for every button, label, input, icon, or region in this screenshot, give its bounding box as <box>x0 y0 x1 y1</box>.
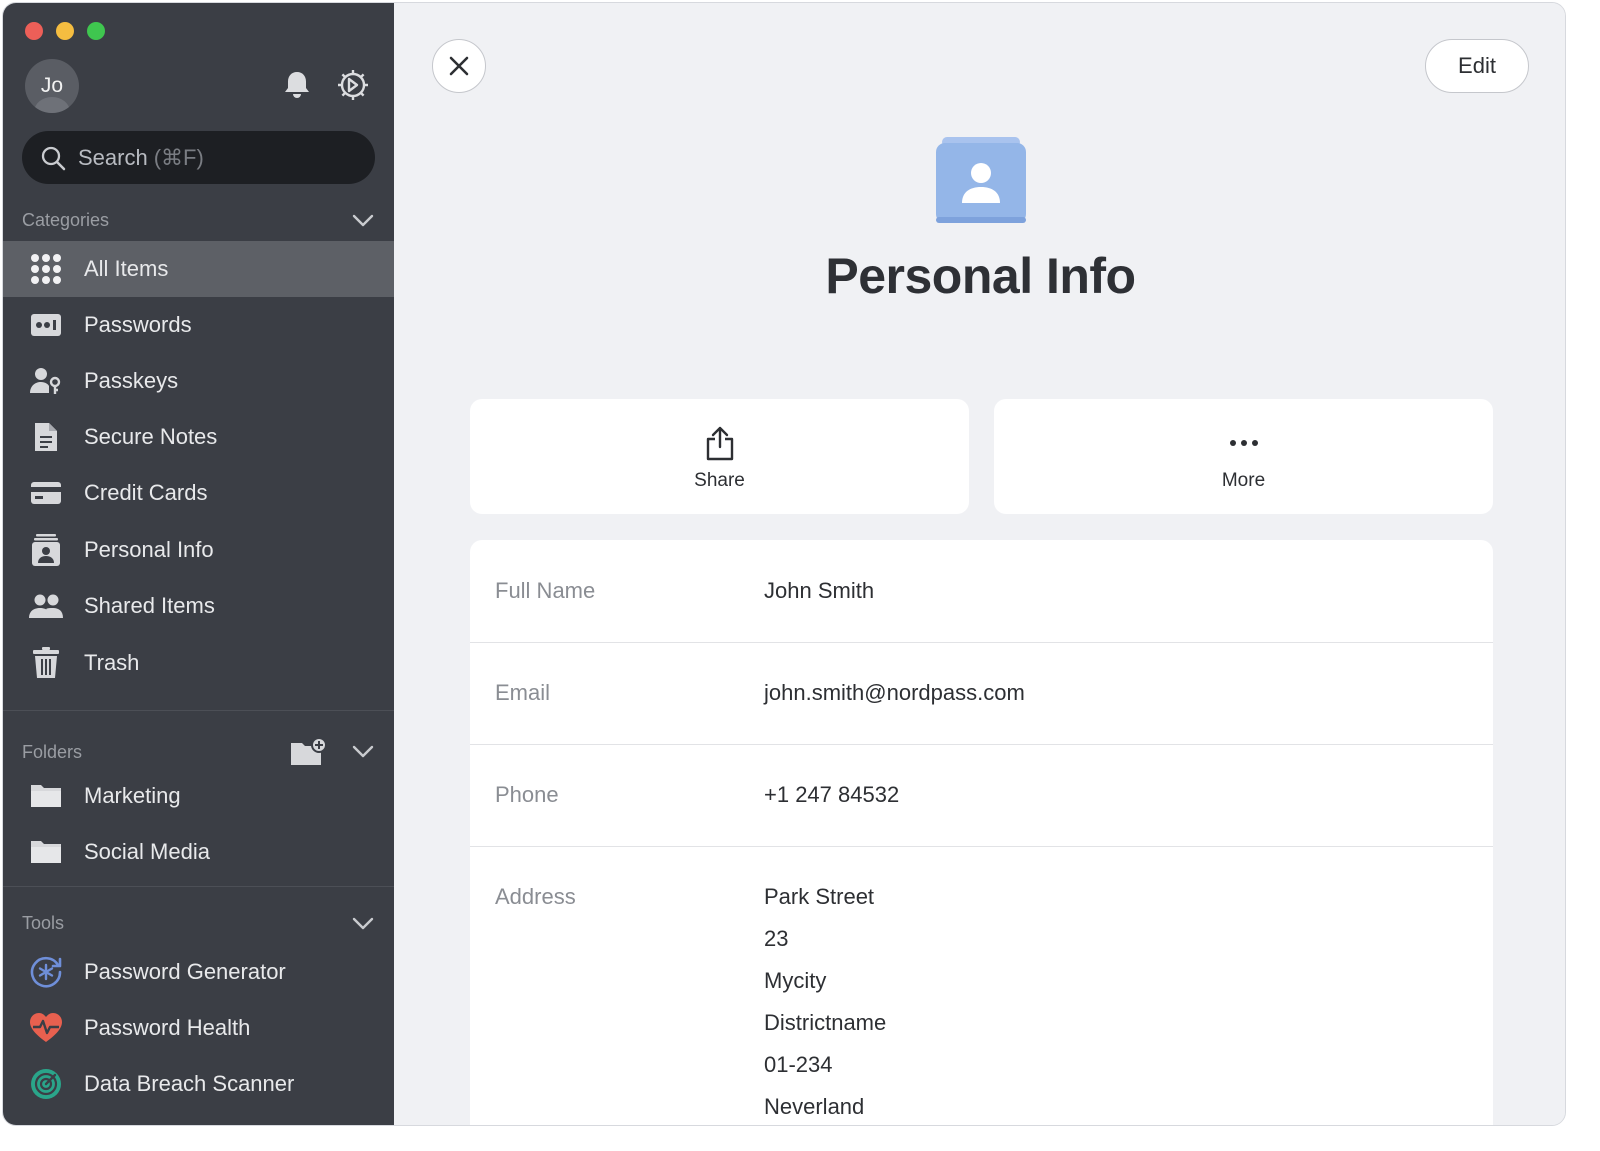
add-folder-icon[interactable] <box>290 737 328 767</box>
field-label: Email <box>495 680 551 705</box>
share-label: Share <box>694 469 745 491</box>
more-dots-icon <box>1229 422 1259 464</box>
folders-header[interactable]: Folders <box>22 737 374 767</box>
minimize-window-button[interactable] <box>56 22 74 40</box>
close-window-button[interactable] <box>25 22 43 40</box>
more-button[interactable]: More <box>994 399 1493 514</box>
personal-info-icon <box>29 533 63 567</box>
field-email[interactable]: Email john.smith@nordpass.com <box>470 643 1493 745</box>
tools-label: Tools <box>22 913 65 933</box>
close-button[interactable] <box>432 39 486 93</box>
field-label: Phone <box>495 782 559 807</box>
sidebar-divider <box>3 886 394 887</box>
sidebar-item-label: Marketing <box>84 783 181 808</box>
note-icon <box>29 420 63 454</box>
sidebar-item-shared-items[interactable]: Shared Items <box>3 578 394 634</box>
sidebar-item-label: Trash <box>84 650 140 675</box>
address-line[interactable]: Park Street <box>764 884 874 910</box>
scanner-icon <box>29 1067 63 1101</box>
sidebar-item-label: Passkeys <box>84 368 179 393</box>
sidebar-divider <box>3 710 394 711</box>
sidebar-item-label: Password Health <box>84 1015 251 1040</box>
sidebar-item-personal-info[interactable]: Personal Info <box>3 522 394 578</box>
generator-icon <box>29 955 63 989</box>
chevron-down-icon[interactable] <box>352 745 374 759</box>
sidebar-tool-data-breach-scanner[interactable]: Data Breach Scanner <box>3 1056 394 1112</box>
sidebar-item-secure-notes[interactable]: Secure Notes <box>3 409 394 465</box>
folders-label: Folders <box>22 741 83 762</box>
address-line[interactable]: 01-234 <box>764 1052 833 1078</box>
share-icon <box>705 422 735 464</box>
sidebar-item-trash[interactable]: Trash <box>3 635 394 691</box>
credit-card-icon <box>29 476 63 510</box>
fields-card: Full Name John Smith Email john.smith@no… <box>470 540 1493 1125</box>
field-value[interactable]: John Smith <box>764 578 874 604</box>
address-line[interactable]: Districtname <box>764 1010 886 1036</box>
passkey-icon <box>29 364 63 398</box>
avatar[interactable]: Jo <box>25 59 79 113</box>
field-value[interactable]: john.smith@nordpass.com <box>764 680 1025 706</box>
sidebar-item-label: Password Generator <box>84 959 286 984</box>
zoom-window-button[interactable] <box>87 22 105 40</box>
item-detail-panel: Edit Personal Info Share More Full Name … <box>394 3 1565 1125</box>
sidebar-item-label: Passwords <box>84 312 192 337</box>
sidebar-item-passwords[interactable]: Passwords <box>3 297 394 353</box>
address-line[interactable]: Neverland <box>764 1094 864 1120</box>
field-label: Address <box>495 884 576 909</box>
field-phone[interactable]: Phone +1 247 84532 <box>470 745 1493 847</box>
folder-icon <box>29 835 63 869</box>
chevron-down-icon[interactable] <box>352 214 374 228</box>
categories-label: Categories <box>22 210 110 230</box>
sidebar-item-label: All Items <box>84 256 169 281</box>
password-icon <box>29 308 63 342</box>
sidebar-item-label: Secure Notes <box>84 424 218 449</box>
grid-icon <box>29 252 63 286</box>
sidebar-item-label: Shared Items <box>84 593 215 618</box>
sidebar-item-label: Social Media <box>84 839 210 864</box>
chevron-down-icon[interactable] <box>352 917 374 931</box>
field-value[interactable]: +1 247 84532 <box>764 782 899 808</box>
sidebar-folder-social-media[interactable]: Social Media <box>3 824 394 880</box>
app-window: Jo Search (⌘F) Categories All Items Pass… <box>2 2 1566 1126</box>
edit-button[interactable]: Edit <box>1425 39 1529 93</box>
gear-icon[interactable] <box>335 67 371 103</box>
tools-header[interactable]: Tools <box>22 913 374 934</box>
more-label: More <box>1221 469 1266 491</box>
sidebar-tool-password-generator[interactable]: Password Generator <box>3 944 394 1000</box>
personal-info-icon <box>936 137 1026 223</box>
field-address[interactable]: Address Park Street 23 Mycity Districtna… <box>470 847 1493 1125</box>
field-label: Full Name <box>495 578 596 603</box>
sidebar-item-passkeys[interactable]: Passkeys <box>3 353 394 409</box>
sidebar-item-label: Credit Cards <box>84 480 208 505</box>
address-line[interactable]: 23 <box>764 926 788 952</box>
close-icon <box>449 56 469 76</box>
search-icon <box>41 146 66 170</box>
sidebar-item-label: Data Breach Scanner <box>84 1071 295 1096</box>
sidebar-item-label: Personal Info <box>84 537 214 562</box>
sidebar-item-all-items[interactable]: All Items <box>3 241 394 297</box>
search-input[interactable]: Search (⌘F) <box>22 131 375 184</box>
share-button[interactable]: Share <box>470 399 969 514</box>
health-icon <box>29 1011 63 1045</box>
window-controls <box>25 22 105 40</box>
sidebar-item-credit-cards[interactable]: Credit Cards <box>3 465 394 521</box>
field-full-name[interactable]: Full Name John Smith <box>470 540 1493 643</box>
sidebar-tool-password-health[interactable]: Password Health <box>3 1000 394 1056</box>
avatar-initials: Jo <box>40 74 64 97</box>
shared-users-icon <box>29 589 63 623</box>
page-title: Personal Info <box>825 248 1136 304</box>
categories-header[interactable]: Categories <box>22 210 374 231</box>
address-line[interactable]: Mycity <box>764 968 826 994</box>
trash-icon <box>29 646 63 680</box>
bell-icon[interactable] <box>279 67 315 103</box>
sidebar-folder-marketing[interactable]: Marketing <box>3 768 394 824</box>
sidebar: Jo Search (⌘F) Categories All Items Pass… <box>3 3 394 1125</box>
search-shortcut: (⌘F) <box>153 144 204 170</box>
search-placeholder: Search <box>78 144 148 170</box>
folder-icon <box>29 779 63 813</box>
